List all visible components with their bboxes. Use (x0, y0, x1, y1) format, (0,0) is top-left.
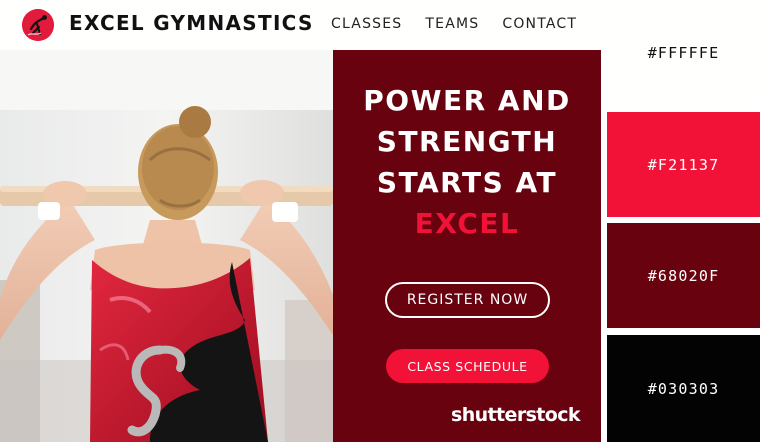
headline-line-3: STARTS AT (376, 166, 558, 199)
swatch-label: #030303 (647, 379, 720, 398)
hero-panel: POWER AND STRENGTH STARTS AT EXCEL REGIS… (333, 50, 601, 442)
class-schedule-button[interactable]: CLASS SCHEDULE (386, 349, 549, 383)
hero-photo (0, 50, 333, 442)
headline-accent: EXCEL (414, 207, 520, 240)
shutterstock-watermark: shutterstock (451, 404, 581, 426)
headline-line-1: POWER AND (363, 84, 571, 117)
site-header: EXCEL GYMNASTICS CLASSES TEAMS CONTACT (0, 0, 601, 50)
palette-swatch-white: #FFFFFE (607, 0, 760, 106)
palette-swatch-red: #F21137 (607, 112, 760, 217)
palette-swatch-maroon: #68020F (607, 223, 760, 328)
main-nav: CLASSES TEAMS CONTACT (331, 16, 577, 32)
gymnast-logo-icon[interactable] (22, 9, 54, 41)
nav-link-classes[interactable]: CLASSES (331, 16, 402, 32)
register-now-button[interactable]: REGISTER NOW (385, 282, 550, 318)
hero-headline: POWER AND STRENGTH STARTS AT EXCEL (333, 80, 601, 244)
nav-link-contact[interactable]: CONTACT (502, 16, 577, 32)
swatch-label: #68020F (647, 266, 720, 285)
headline-line-2: STRENGTH (376, 125, 558, 158)
color-palette: #FFFFFE #F21137 #68020F #030303 (601, 0, 761, 442)
swatch-label: #F21137 (647, 155, 720, 174)
swatch-label: #FFFFFE (647, 44, 720, 62)
palette-swatch-black: #030303 (607, 335, 760, 442)
brand-name[interactable]: EXCEL GYMNASTICS (69, 11, 314, 35)
nav-link-teams[interactable]: TEAMS (425, 16, 479, 32)
